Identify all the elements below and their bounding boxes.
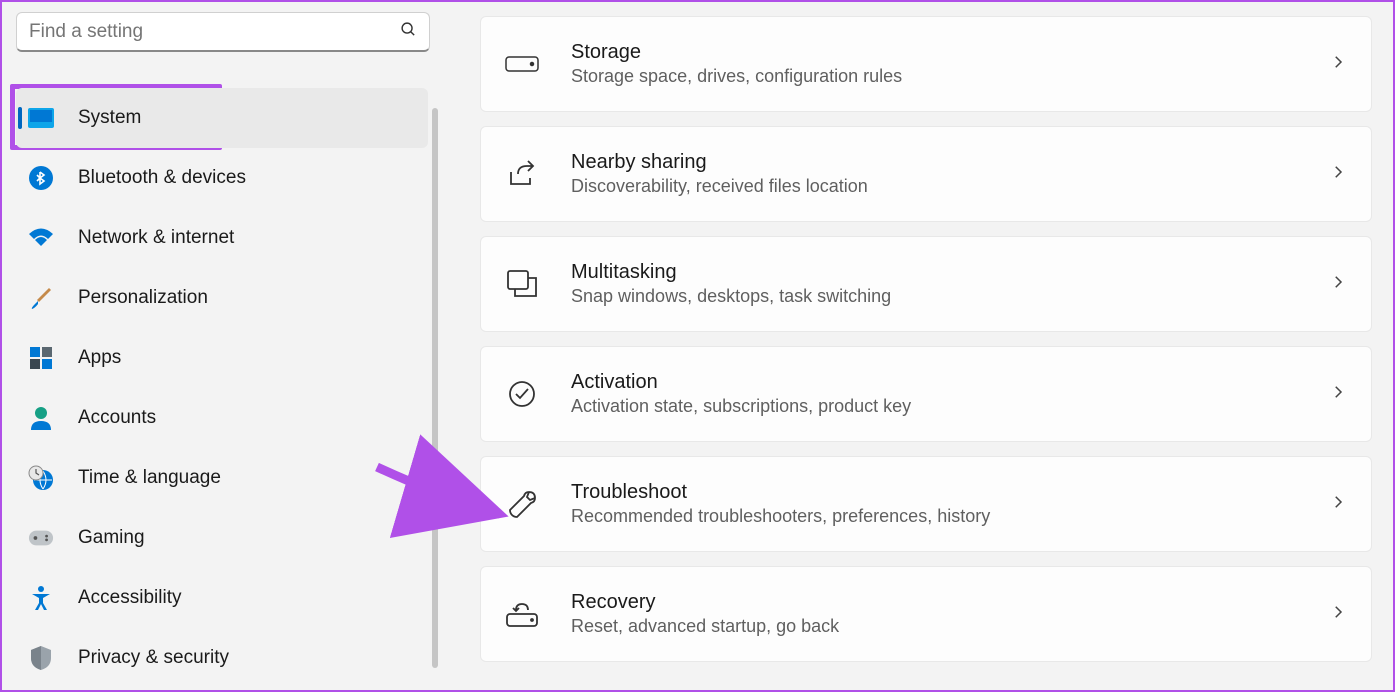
nav-label: Accounts (78, 407, 156, 429)
nav-item-time-language[interactable]: Time & language (16, 448, 428, 508)
search-input[interactable] (29, 21, 400, 43)
accessibility-icon (28, 585, 54, 611)
share-icon (505, 157, 539, 191)
bluetooth-icon (28, 165, 54, 191)
nav-item-bluetooth[interactable]: Bluetooth & devices (16, 148, 428, 208)
nav-item-privacy[interactable]: Privacy & security (16, 628, 428, 688)
drive-icon (505, 47, 539, 81)
chevron-right-icon (1329, 53, 1347, 76)
nav-label: Gaming (78, 527, 145, 549)
apps-icon (28, 345, 54, 371)
card-title: Recovery (571, 591, 1329, 614)
card-subtitle: Reset, advanced startup, go back (571, 616, 1329, 637)
nav-label: Network & internet (78, 227, 234, 249)
sidebar-scrollbar[interactable] (432, 108, 438, 668)
card-title: Activation (571, 371, 1329, 394)
person-icon (28, 405, 54, 431)
nav-label: Bluetooth & devices (78, 167, 246, 189)
card-multitasking[interactable]: Multitasking Snap windows, desktops, tas… (480, 236, 1372, 332)
recovery-icon (505, 597, 539, 631)
card-title: Multitasking (571, 261, 1329, 284)
chevron-right-icon (1329, 163, 1347, 186)
clock-globe-icon (28, 465, 54, 491)
wrench-icon (505, 487, 539, 521)
chevron-right-icon (1329, 603, 1347, 626)
card-title: Storage (571, 41, 1329, 64)
wifi-icon (28, 225, 54, 251)
nav-label: Personalization (78, 287, 208, 309)
nav-label: Apps (78, 347, 121, 369)
card-activation[interactable]: Activation Activation state, subscriptio… (480, 346, 1372, 442)
chevron-right-icon (1329, 273, 1347, 296)
check-circle-icon (505, 377, 539, 411)
chevron-right-icon (1329, 493, 1347, 516)
nav-label: Privacy & security (78, 647, 229, 669)
brush-icon (28, 285, 54, 311)
nav-item-apps[interactable]: Apps (16, 328, 428, 388)
card-troubleshoot[interactable]: Troubleshoot Recommended troubleshooters… (480, 456, 1372, 552)
card-subtitle: Storage space, drives, configuration rul… (571, 66, 1329, 87)
search-box[interactable] (16, 12, 430, 52)
nav-list: System Bluetooth & devices Network & int… (16, 88, 428, 688)
nav-label: System (78, 107, 141, 129)
nav-item-gaming[interactable]: Gaming (16, 508, 428, 568)
card-subtitle: Snap windows, desktops, task switching (571, 286, 1329, 307)
sidebar: System Bluetooth & devices Network & int… (2, 2, 442, 690)
card-title: Nearby sharing (571, 151, 1329, 174)
monitor-icon (28, 105, 54, 131)
nav-label: Accessibility (78, 587, 181, 609)
card-recovery[interactable]: Recovery Reset, advanced startup, go bac… (480, 566, 1372, 662)
content-panel: Storage Storage space, drives, configura… (480, 2, 1372, 676)
search-icon (400, 21, 417, 43)
nav-item-system[interactable]: System (16, 88, 428, 148)
nav-item-personalization[interactable]: Personalization (16, 268, 428, 328)
nav-item-network[interactable]: Network & internet (16, 208, 428, 268)
shield-icon (28, 645, 54, 671)
gamepad-icon (28, 525, 54, 551)
nav-label: Time & language (78, 467, 221, 489)
card-subtitle: Recommended troubleshooters, preferences… (571, 506, 1329, 527)
nav-item-accessibility[interactable]: Accessibility (16, 568, 428, 628)
windows-stack-icon (505, 267, 539, 301)
card-title: Troubleshoot (571, 481, 1329, 504)
card-subtitle: Activation state, subscriptions, product… (571, 396, 1329, 417)
card-nearby-sharing[interactable]: Nearby sharing Discoverability, received… (480, 126, 1372, 222)
card-storage[interactable]: Storage Storage space, drives, configura… (480, 16, 1372, 112)
nav-item-accounts[interactable]: Accounts (16, 388, 428, 448)
card-subtitle: Discoverability, received files location (571, 176, 1329, 197)
chevron-right-icon (1329, 383, 1347, 406)
